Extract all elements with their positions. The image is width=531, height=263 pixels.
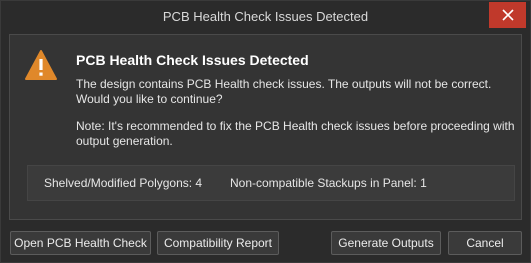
issue-message-line: The design contains PCB Health check iss… <box>76 77 492 91</box>
health-check-dialog: PCB Health Check Issues Detected PCB Hea… <box>0 0 531 263</box>
window-title: PCB Health Check Issues Detected <box>162 9 369 24</box>
issue-summary: Shelved/Modified Polygons: 4 Non-compati… <box>27 165 515 201</box>
continue-question: Would you like to continue? <box>76 92 223 106</box>
noncompatible-stackups-count: Non-compatible Stackups in Panel: 1 <box>230 176 427 190</box>
note-line: output generation. <box>76 134 173 148</box>
warning-icon <box>25 50 57 80</box>
cancel-button[interactable]: Cancel <box>448 231 522 255</box>
note-line: Note: It's recommended to fix the PCB He… <box>76 119 515 133</box>
close-icon <box>501 9 514 21</box>
open-health-check-button[interactable]: Open PCB Health Check <box>10 231 151 255</box>
generate-outputs-button[interactable]: Generate Outputs <box>331 231 441 255</box>
recommendation-note: Note: It's recommended to fix the PCB He… <box>76 119 516 149</box>
shelved-polygons-count: Shelved/Modified Polygons: 4 <box>44 176 203 190</box>
close-button[interactable] <box>489 2 526 28</box>
issue-message: The design contains PCB Health check iss… <box>76 77 516 107</box>
compatibility-report-button[interactable]: Compatibility Report <box>157 231 279 255</box>
title-bar[interactable]: PCB Health Check Issues Detected <box>1 1 530 31</box>
dialog-heading: PCB Health Check Issues Detected <box>76 52 309 68</box>
message-panel: PCB Health Check Issues Detected The des… <box>9 34 522 220</box>
